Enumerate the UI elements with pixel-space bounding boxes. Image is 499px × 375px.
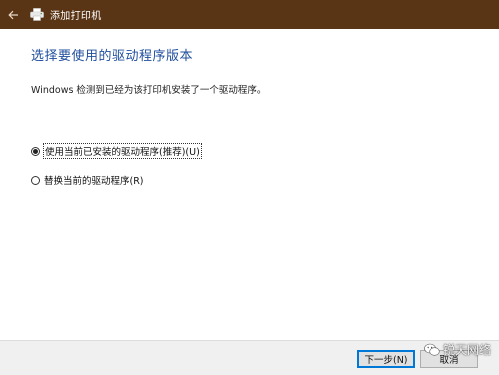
radio-option-replace[interactable]: 替换当前的驱动程序(R)	[31, 173, 144, 187]
radio-label-replace[interactable]: 替换当前的驱动程序(R)	[44, 173, 144, 187]
title-bar: 添加打印机	[0, 0, 499, 29]
add-printer-window: 添加打印机 选择要使用的驱动程序版本 Windows 检测到已经为该打印机安装了…	[0, 0, 499, 375]
radio-button-selected[interactable]	[31, 146, 40, 156]
page-heading: 选择要使用的驱动程序版本	[31, 49, 194, 64]
wizard-content: 选择要使用的驱动程序版本 Windows 检测到已经为该打印机安装了一个驱动程序…	[0, 29, 499, 340]
next-button[interactable]: 下一步(N)	[357, 350, 415, 368]
radio-button-unselected[interactable]	[31, 175, 40, 185]
back-button[interactable]	[2, 0, 24, 29]
page-description: Windows 检测到已经为该打印机安装了一个驱动程序。	[31, 85, 267, 96]
window-title: 添加打印机	[50, 11, 102, 22]
radio-selected-dot	[33, 148, 38, 154]
button-bar: 下一步(N) 取消	[0, 340, 499, 375]
back-arrow-icon	[7, 10, 18, 19]
cancel-button[interactable]: 取消	[420, 350, 478, 368]
printer-icon	[30, 8, 44, 22]
radio-label-use-current[interactable]: 使用当前已安装的驱动程序(推荐)(U)	[43, 143, 202, 159]
radio-option-use-current[interactable]: 使用当前已安装的驱动程序(推荐)(U)	[31, 143, 202, 159]
